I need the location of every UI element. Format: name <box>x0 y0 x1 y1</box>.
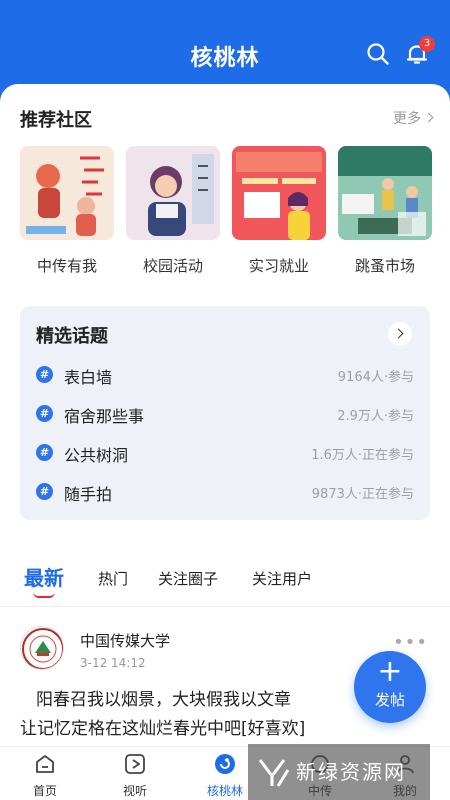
topic-participants: 2.9万人·参与 <box>337 409 414 424</box>
main-content: 推荐社区 更多 中传有我 校园活动 实习就业 跳蚤市场 精选话题 # 表白墙 9… <box>0 84 450 746</box>
featured-topics-title: 精选话题 <box>36 326 108 347</box>
nav-home[interactable]: 首页 <box>15 753 75 799</box>
play-icon <box>125 754 145 774</box>
community-thumbnail <box>20 146 114 240</box>
topic-item[interactable]: # 公共树洞 1.6万人·正在参与 <box>36 442 414 465</box>
hashtag-icon: # <box>36 366 53 383</box>
topics-more-button[interactable] <box>388 322 412 346</box>
nav-label: 视听 <box>122 784 147 798</box>
community-thumbnail <box>338 146 432 240</box>
community-item[interactable]: 实习就业 <box>232 146 326 276</box>
watermark: 新绿资源网 <box>248 744 430 800</box>
post-body: 阳春召我以烟景，大块假我以文章 让记忆定格在这灿烂春光中吧[好喜欢] <box>20 686 340 744</box>
topic-name: 宿舍那些事 <box>64 407 145 426</box>
active-tab-indicator <box>33 592 55 598</box>
home-icon <box>36 755 54 773</box>
topic-item[interactable]: # 表白墙 9164人·参与 <box>36 364 414 387</box>
topic-item[interactable]: # 宿舍那些事 2.9万人·参与 <box>36 403 414 426</box>
community-item[interactable]: 跳蚤市场 <box>338 146 432 276</box>
create-post-button[interactable]: + 发帖 <box>354 651 426 723</box>
nav-video[interactable]: 视听 <box>105 753 165 799</box>
more-label: 更多 <box>393 111 421 127</box>
create-post-label: 发帖 <box>374 691 405 709</box>
community-icon <box>215 754 235 774</box>
post-text-line: 让记忆定格在这灿烂春光中吧[好喜欢] <box>20 719 306 739</box>
featured-topics-card: 精选话题 # 表白墙 9164人·参与 # 宿舍那些事 2.9万人·参与 # 公… <box>20 306 430 520</box>
feed-tabs: 最新 热门 关注圈子 关注用户 <box>0 562 450 602</box>
community-label: 中传有我 <box>36 257 97 275</box>
more-options-icon[interactable]: ••• <box>393 632 428 653</box>
tab-followed-circles[interactable]: 关注圈子 <box>158 568 218 589</box>
watermark-text: 新绿资源网 <box>296 760 406 784</box>
divider <box>0 606 450 607</box>
community-thumbnail <box>232 146 326 240</box>
nav-walnut-forest[interactable]: 核桃林 <box>195 753 255 799</box>
community-list: 中传有我 校园活动 实习就业 跳蚤市场 <box>20 146 432 276</box>
tab-latest[interactable]: 最新 <box>24 562 64 591</box>
search-icon[interactable] <box>366 42 390 66</box>
hashtag-icon: # <box>36 483 53 500</box>
community-label: 跳蚤市场 <box>354 257 415 275</box>
topic-participants: 9164人·参与 <box>337 370 414 385</box>
notification-badge: 3 <box>419 36 435 52</box>
plus-icon: + <box>377 654 403 689</box>
topic-name: 表白墙 <box>64 368 113 387</box>
avatar[interactable] <box>20 626 64 670</box>
more-communities-link[interactable]: 更多 <box>393 108 434 128</box>
hashtag-icon: # <box>36 405 53 422</box>
topic-item[interactable]: # 随手拍 9873人·正在参与 <box>36 481 414 504</box>
nav-label: 核桃林 <box>206 784 243 798</box>
community-item[interactable]: 中传有我 <box>20 146 114 276</box>
community-label: 校园活动 <box>142 257 203 275</box>
topic-participants: 1.6万人·正在参与 <box>311 448 414 463</box>
post-text-line: 阳春召我以烟景，大块假我以文章 <box>36 690 291 710</box>
recommended-communities-title: 推荐社区 <box>20 110 92 131</box>
community-item[interactable]: 校园活动 <box>126 146 220 276</box>
topic-participants: 9873人·正在参与 <box>311 487 414 502</box>
notification-button[interactable]: 3 <box>405 36 435 66</box>
topic-name: 随手拍 <box>64 485 113 504</box>
chevron-right-icon <box>423 112 434 123</box>
post-author[interactable]: 中国传媒大学 <box>80 630 170 651</box>
topic-name: 公共树洞 <box>64 446 129 465</box>
community-label: 实习就业 <box>248 257 309 275</box>
post-timestamp: 3-12 14:12 <box>80 656 146 670</box>
nav-label: 首页 <box>32 784 57 798</box>
tab-followed-users[interactable]: 关注用户 <box>252 568 312 589</box>
watermark-logo-icon <box>258 759 290 787</box>
community-thumbnail <box>126 146 220 240</box>
tab-hot[interactable]: 热门 <box>98 568 128 589</box>
hashtag-icon: # <box>36 444 53 461</box>
